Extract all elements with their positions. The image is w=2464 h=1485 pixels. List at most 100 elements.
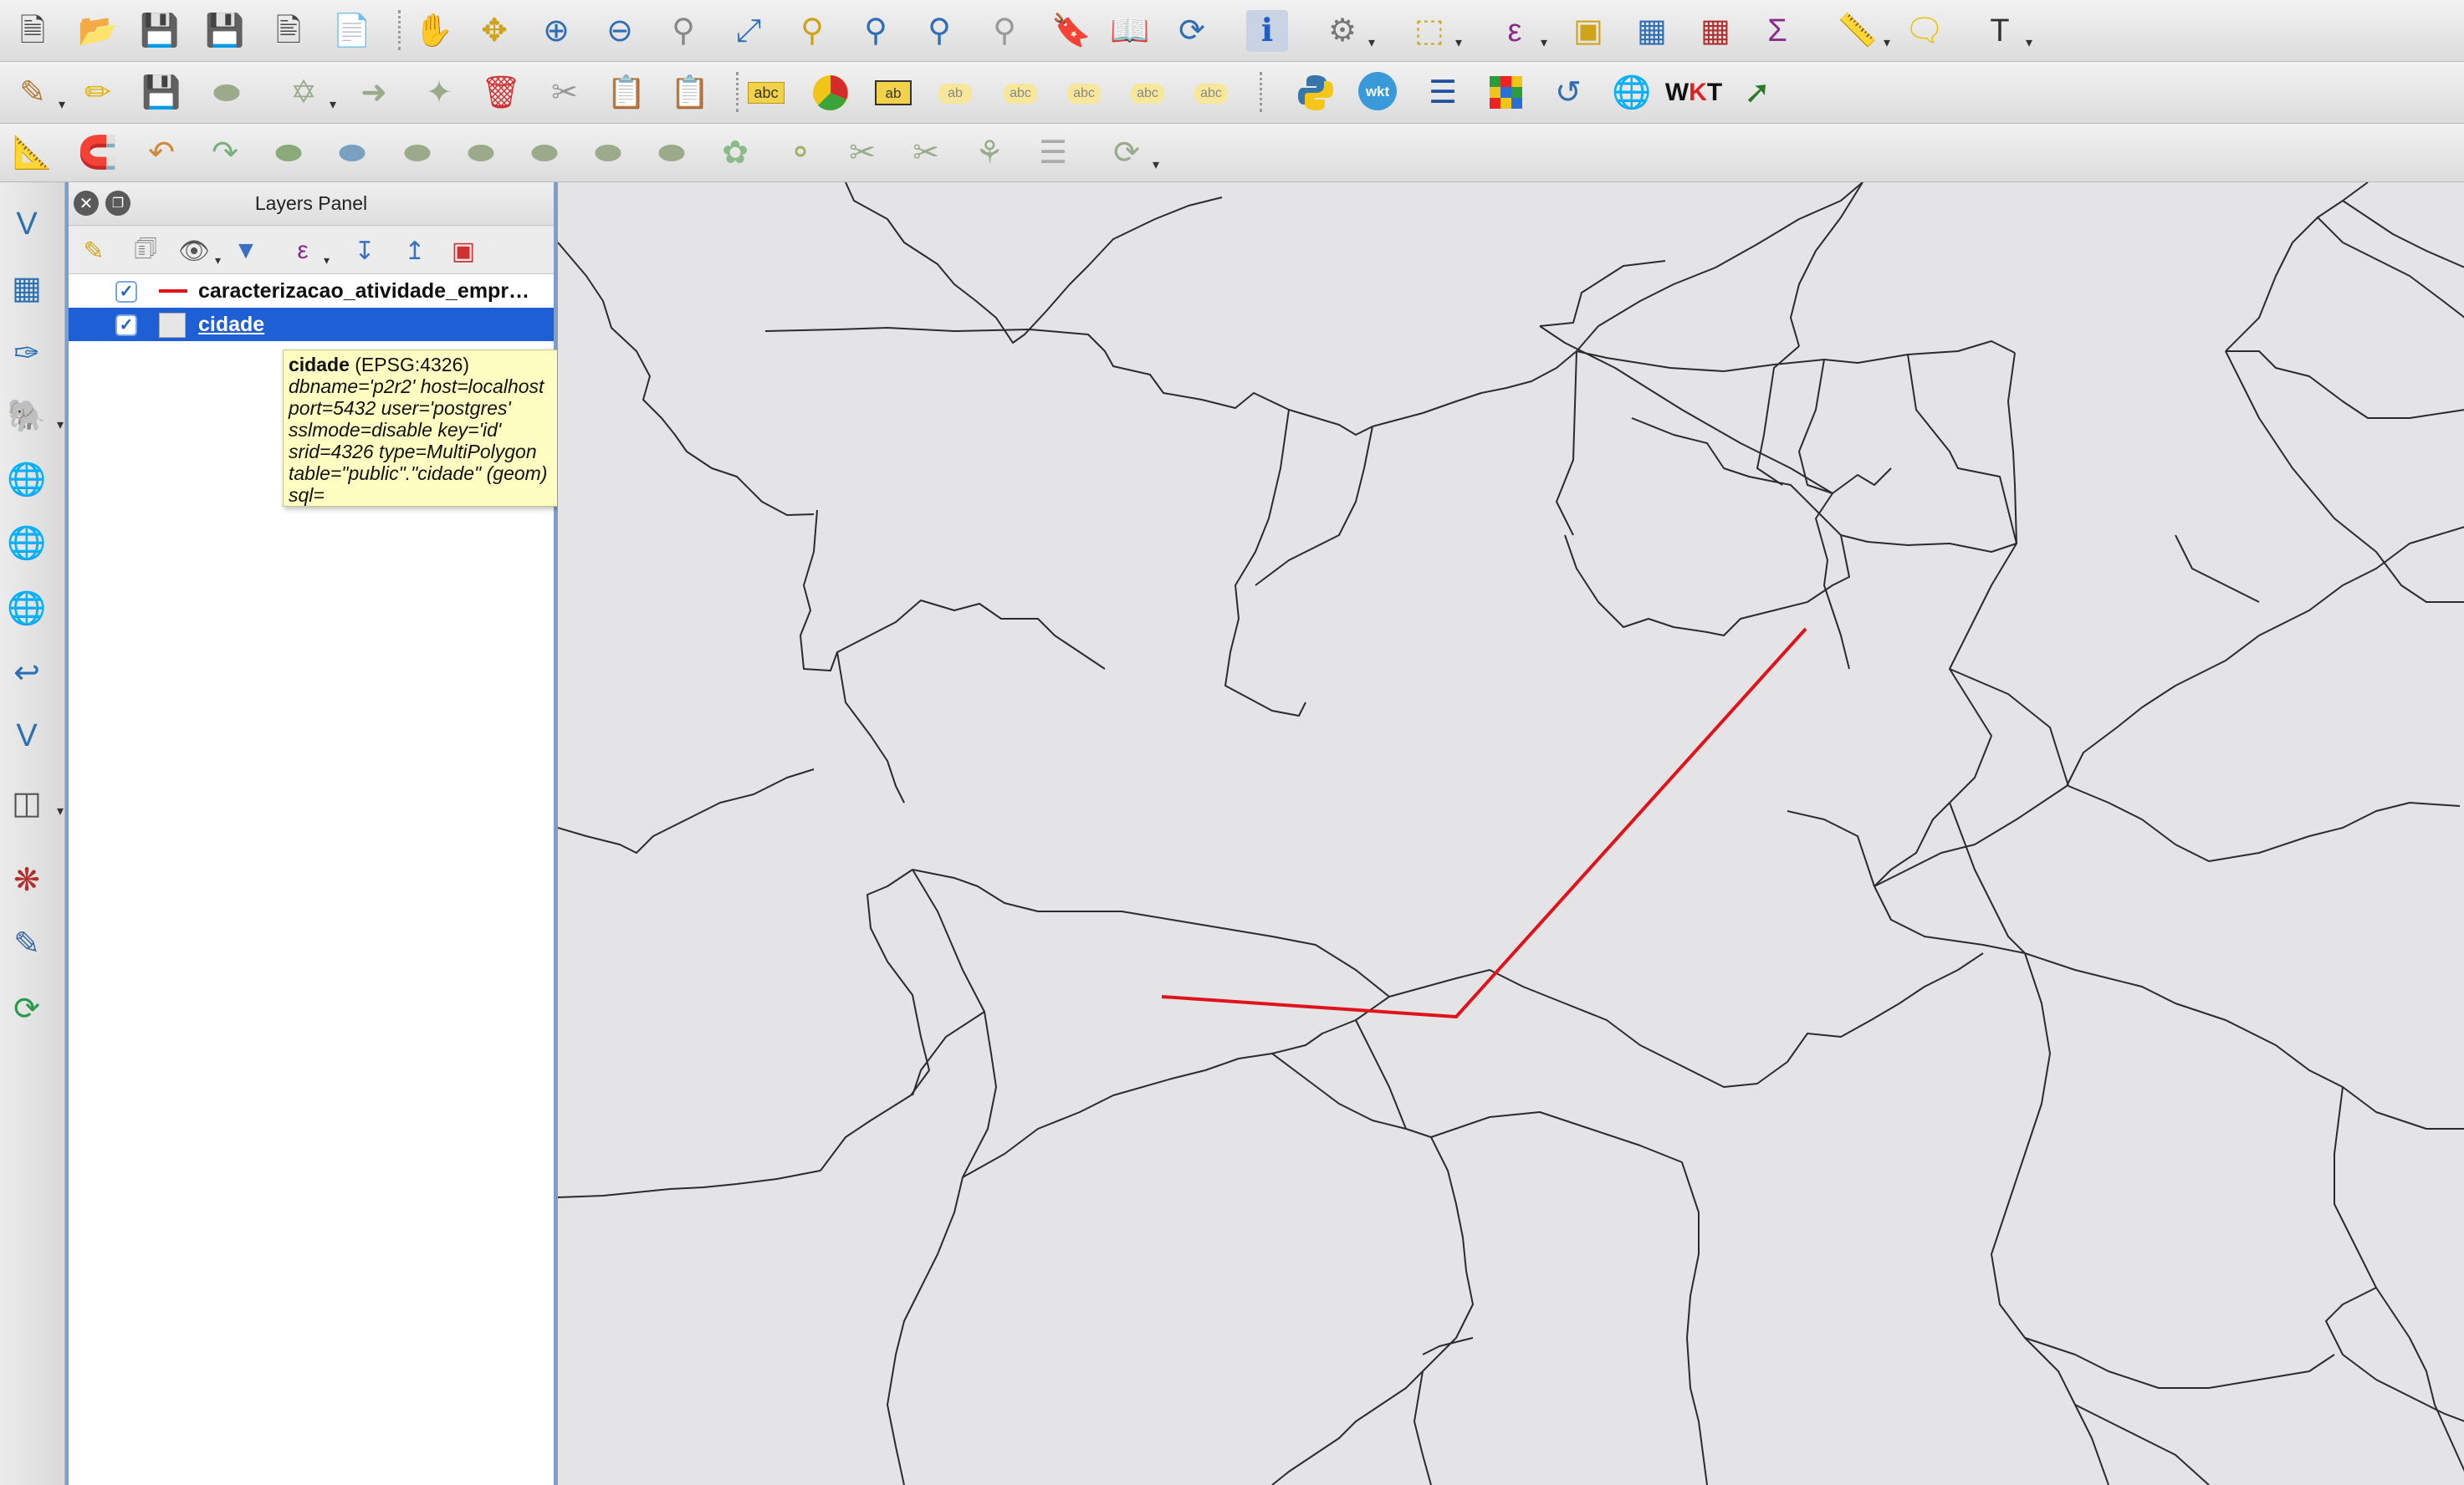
save-project-icon[interactable]: 💾 — [139, 10, 181, 52]
add-part-icon[interactable]: ⬬ — [396, 132, 438, 174]
toolbar-grip[interactable] — [736, 72, 741, 112]
zoom-in-icon[interactable]: ⊕ — [535, 10, 577, 52]
new-project-icon[interactable]: 🗎 — [12, 10, 54, 52]
layer-item-caracterizacao[interactable]: ✓ caracterizacao_atividade_empr… — [69, 274, 554, 308]
map-tips-icon[interactable]: 🗨 — [1904, 10, 1945, 52]
rotate-point-symbols-icon[interactable]: ☰ — [1032, 132, 1074, 174]
layer-visibility-checkbox[interactable]: ✓ — [115, 281, 137, 303]
add-oracle-layer-icon[interactable]: ◫ ▾ — [5, 781, 64, 824]
new-spatialite-icon[interactable]: ✎ — [5, 921, 49, 965]
zoom-last-icon[interactable]: ⚲ — [918, 10, 960, 52]
zoom-to-selection-icon[interactable]: ⚲ — [791, 10, 833, 52]
table-plugin-icon[interactable] — [1485, 72, 1527, 114]
toolbar-grip[interactable] — [398, 10, 403, 50]
plugin-stack-icon[interactable]: ☰ — [1422, 72, 1464, 114]
change-label-icon[interactable]: abc — [1194, 84, 1228, 104]
filter-by-expression-icon[interactable]: ε ▾ — [286, 234, 330, 268]
add-wfs-layer-icon[interactable]: 🌐 — [5, 522, 49, 565]
toolbar-grip[interactable] — [1260, 72, 1265, 112]
measure-icon[interactable]: 📏 ▾ — [1837, 10, 1890, 52]
fill-ring-icon[interactable]: ⬬ — [460, 132, 502, 174]
zoom-native-icon[interactable]: ⚲ — [662, 10, 704, 52]
add-wms-layer-icon[interactable]: 🌐 — [5, 458, 49, 502]
show-hide-labels-icon[interactable]: abc — [1004, 84, 1037, 104]
redo-icon[interactable]: ↷ — [204, 132, 246, 174]
action-icon[interactable]: ⚙ ▾ — [1321, 10, 1375, 52]
magnet-icon[interactable]: 🧲 — [77, 132, 119, 174]
node-tool-icon[interactable]: ✡ ▾ — [283, 72, 336, 114]
geocoder-icon[interactable]: ↺ — [1547, 72, 1589, 114]
simplify-icon[interactable]: ⬬ — [268, 132, 309, 174]
filter-legend-icon[interactable]: ▼ — [229, 234, 263, 268]
identify-icon[interactable]: ℹ — [1246, 10, 1288, 52]
statistics-icon[interactable]: Σ — [1756, 10, 1798, 52]
wkt-tool-icon[interactable]: WKT — [1665, 72, 1722, 114]
zoom-out-icon[interactable]: ⊖ — [599, 10, 641, 52]
show-bookmarks-icon[interactable]: 📖 — [1109, 10, 1151, 52]
add-postgis-layer-icon[interactable]: 🐘 ▾ — [5, 395, 64, 438]
remove-layer-icon[interactable]: ▣ — [447, 234, 480, 268]
add-wcs-layer-icon[interactable]: 🌐 — [5, 587, 49, 630]
add-raster-layer-icon[interactable]: ▦ — [5, 266, 49, 309]
save-edits-icon[interactable]: 💾 — [141, 72, 182, 114]
composer-manager-icon[interactable]: 📄 — [331, 10, 373, 52]
select-features-icon[interactable]: ⬚ ▾ — [1408, 10, 1462, 52]
map-canvas[interactable] — [557, 182, 2464, 1485]
layer-item-cidade[interactable]: ✓ cidade — [69, 308, 554, 341]
snapping-icon[interactable]: 📐 — [12, 132, 54, 174]
text-annotation-icon[interactable]: T ▾ — [1979, 10, 2032, 52]
deselect-icon[interactable]: ▣ — [1567, 10, 1609, 52]
split-parts-icon[interactable]: ✂ — [841, 132, 883, 174]
delete-selected-icon[interactable]: 🗑 — [480, 72, 522, 114]
layer-labeling-icon[interactable]: ab — [875, 80, 912, 105]
attribute-table-icon[interactable]: ▦ — [1631, 10, 1673, 52]
move-label-icon[interactable]: abc — [1067, 84, 1101, 104]
add-vector-layer-icon[interactable]: V — [5, 202, 49, 246]
reshape-icon[interactable]: ⬬ — [651, 132, 693, 174]
layer-visibility-checkbox[interactable]: ✓ — [115, 314, 137, 336]
cut-features-icon[interactable]: ✂ — [544, 72, 585, 114]
undo-icon[interactable]: ↶ — [141, 132, 182, 174]
add-group-icon[interactable]: 🗊 — [129, 234, 162, 268]
merge-attributes-icon[interactable]: ⚘ — [969, 132, 1010, 174]
new-temporary-layer-icon[interactable]: ⟳ — [5, 987, 49, 1030]
diagram-icon[interactable] — [810, 72, 851, 114]
zoom-next-icon[interactable]: ⚲ — [984, 10, 1025, 52]
paste-features-icon[interactable]: 📋 — [669, 72, 711, 114]
pin-labels-icon[interactable]: ab — [938, 84, 972, 104]
rotate-label-icon[interactable]: abc — [1131, 84, 1164, 104]
add-spatialite-layer-icon[interactable]: ✑ — [5, 331, 49, 375]
pan-icon[interactable]: ✋ — [413, 10, 455, 52]
labeling-icon[interactable]: abc — [748, 82, 785, 104]
copy-features-icon[interactable]: 📋 — [606, 72, 647, 114]
rotate-feature-icon[interactable]: ⟳ ▾ — [1106, 132, 1159, 174]
save-as-icon[interactable]: 💾 — [204, 10, 246, 52]
merge-features-icon[interactable]: ✂ — [905, 132, 947, 174]
add-delimited-text-icon[interactable]: ↩ — [5, 651, 49, 694]
wkt-icon[interactable]: wkt — [1358, 72, 1397, 110]
select-by-expression-icon[interactable]: ε ▾ — [1494, 10, 1547, 52]
open-project-icon[interactable]: 📂 — [77, 10, 119, 52]
new-print-composer-icon[interactable]: 🖹 — [268, 10, 309, 52]
vertex-arrow-icon[interactable]: ➚ — [1736, 72, 1778, 114]
add-virtual-layer-icon[interactable]: V — [5, 714, 49, 758]
globe-icon[interactable]: 🌐 — [1611, 72, 1653, 114]
style-manager-icon[interactable]: ✎ — [77, 234, 110, 268]
zoom-to-layer-icon[interactable]: ⚲ — [855, 10, 897, 52]
zoom-full-icon[interactable]: ⤢ — [728, 10, 769, 52]
field-calculator-icon[interactable]: ▦ — [1695, 10, 1736, 52]
split-features-icon[interactable]: ⚬ — [780, 132, 821, 174]
add-feature-icon[interactable]: ⬬ — [206, 72, 248, 114]
pan-to-selection-icon[interactable]: ✥ — [473, 10, 515, 52]
current-edits-icon[interactable]: ✎ ▾ — [12, 72, 65, 114]
python-icon[interactable] — [1295, 72, 1337, 114]
new-shapefile-icon[interactable]: ❋ — [5, 858, 49, 901]
expand-all-icon[interactable]: ↧ — [348, 234, 381, 268]
visibility-presets-icon[interactable]: 👁 ▾ — [177, 234, 221, 268]
collapse-all-icon[interactable]: ↥ — [398, 234, 432, 268]
move-feature-icon[interactable]: ➜ — [353, 72, 395, 114]
delete-ring-icon[interactable]: ⬬ — [524, 132, 565, 174]
vertex-editor-icon[interactable]: ✦ — [418, 72, 460, 114]
refresh-icon[interactable]: ⟳ — [1171, 10, 1213, 52]
toggle-editing-icon[interactable]: ✏ — [77, 72, 119, 114]
